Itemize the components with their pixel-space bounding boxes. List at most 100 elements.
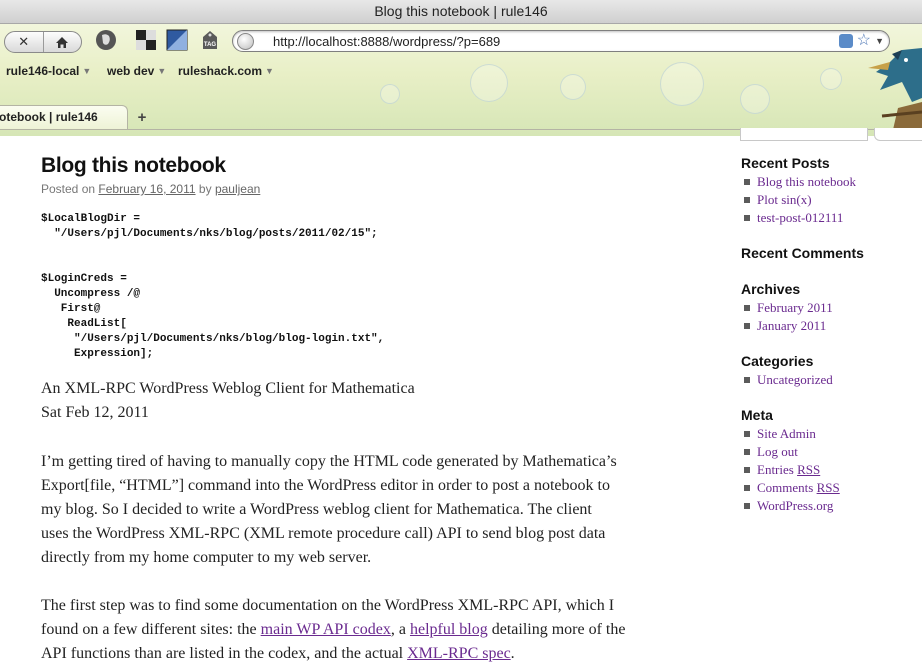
list-item[interactable]: Uncategorized xyxy=(744,371,833,389)
text-span: . xyxy=(510,645,515,662)
log-out-link[interactable]: Log out xyxy=(757,444,798,459)
post-title: Blog this notebook xyxy=(41,154,226,177)
close-icon: ✕ xyxy=(18,34,30,49)
post-subtitle: An XML-RPC WordPress Weblog Client for M… xyxy=(41,377,415,425)
recent-posts-list: Blog this notebook Plot sin(x) test-post… xyxy=(744,173,856,227)
posted-on-label: Posted on xyxy=(41,182,96,196)
list-item[interactable]: Blog this notebook xyxy=(744,173,856,191)
text-span: found on a few different sites: the xyxy=(41,621,261,638)
theme-bird-icon xyxy=(868,48,922,134)
text-span: API functions than are listed in the cod… xyxy=(41,645,408,662)
helpful-blog-link[interactable]: helpful blog xyxy=(410,621,488,638)
tag-icon: TAG xyxy=(203,31,217,49)
svg-text:TAG: TAG xyxy=(204,42,217,48)
stop-button[interactable]: ✕ xyxy=(5,32,43,52)
recent-post-link[interactable]: test-post-012111 xyxy=(757,210,843,225)
window-title-bar: Blog this notebook | rule146 xyxy=(0,0,922,24)
rss-abbr[interactable]: RSS xyxy=(817,480,840,495)
comments-rss-link[interactable]: Comments xyxy=(757,480,817,495)
bookmark-label: rule146-local xyxy=(6,64,80,78)
bookmarklet-button[interactable] xyxy=(135,29,157,51)
home-button[interactable] xyxy=(42,32,82,52)
screenshot-button[interactable] xyxy=(166,29,188,51)
decor-bubble xyxy=(560,74,586,100)
new-tab-button[interactable]: + xyxy=(128,108,156,128)
list-item[interactable]: Plot sin(x) xyxy=(744,191,856,209)
text-span: detailing more of the xyxy=(487,621,626,638)
page-content: Blog this notebook Posted on February 16… xyxy=(0,128,922,670)
entries-rss-link[interactable]: Entries xyxy=(757,462,797,477)
tab-label: otebook | rule146 xyxy=(0,110,98,124)
recent-post-link[interactable]: Blog this notebook xyxy=(757,174,856,189)
chevron-down-icon: ▼ xyxy=(157,66,167,76)
evernote-button[interactable] xyxy=(95,29,117,51)
subtitle-date: Sat Feb 12, 2011 xyxy=(41,404,149,421)
post-paragraph-1: I’m getting tired of having to manually … xyxy=(41,450,617,570)
bookmark-folder-ruleshack[interactable]: ruleshack.com ▼ xyxy=(178,64,274,78)
search-button[interactable] xyxy=(874,128,922,141)
decor-bubble xyxy=(660,62,704,106)
list-item[interactable]: February 2011 xyxy=(744,299,833,317)
url-text[interactable]: http://localhost:8888/wordpress/?p=689 xyxy=(273,34,500,49)
by-label: by xyxy=(198,182,212,196)
image-icon xyxy=(166,29,188,51)
archives-heading: Archives xyxy=(741,281,801,297)
post-meta: Posted on February 16, 2011 by pauljean xyxy=(41,182,260,196)
tab-active[interactable]: otebook | rule146 xyxy=(0,105,128,129)
bookmark-folder-web-dev[interactable]: web dev ▼ xyxy=(107,64,166,78)
list-item[interactable]: January 2011 xyxy=(744,317,833,335)
globe-icon xyxy=(237,33,254,50)
categories-heading: Categories xyxy=(741,353,814,369)
categories-list: Uncategorized xyxy=(744,371,833,389)
tag-button[interactable]: TAG xyxy=(199,29,221,51)
list-item[interactable]: Site Admin xyxy=(744,425,840,443)
archive-link[interactable]: February 2011 xyxy=(757,300,833,315)
subtitle-line: An XML-RPC WordPress Weblog Client for M… xyxy=(41,380,415,397)
decor-bubble xyxy=(380,84,400,104)
list-item[interactable]: WordPress.org xyxy=(744,497,840,515)
xml-rpc-spec-link[interactable]: XML-RPC spec xyxy=(407,645,511,662)
decor-bubble xyxy=(820,68,842,90)
meta-list: Site Admin Log out Entries RSS Comments … xyxy=(744,425,840,515)
paragraph-line: found on a few different sites: the main… xyxy=(41,618,625,642)
rss-icon[interactable] xyxy=(839,34,853,48)
category-link[interactable]: Uncategorized xyxy=(757,372,833,387)
rss-abbr[interactable]: RSS xyxy=(797,462,820,477)
meta-heading: Meta xyxy=(741,407,773,423)
bookmark-folder-rule146-local[interactable]: rule146-local ▼ xyxy=(6,64,91,78)
url-bar[interactable]: http://localhost:8888/wordpress/?p=689 ☆… xyxy=(232,30,890,52)
recent-post-link[interactable]: Plot sin(x) xyxy=(757,192,812,207)
post-date-link[interactable]: February 16, 2011 xyxy=(98,182,195,196)
paragraph-line: Export[file, “HTML”] command into the Wo… xyxy=(41,477,610,494)
list-item[interactable]: test-post-012111 xyxy=(744,209,856,227)
wordpress-org-link[interactable]: WordPress.org xyxy=(757,498,833,513)
search-input[interactable] xyxy=(740,128,868,141)
chevron-down-icon: ▼ xyxy=(265,66,274,76)
post-paragraph-2: The first step was to find some document… xyxy=(41,594,625,666)
archives-list: February 2011 January 2011 xyxy=(744,299,833,335)
site-admin-link[interactable]: Site Admin xyxy=(757,426,816,441)
paragraph-line: my blog. So I decided to write a WordPre… xyxy=(41,501,592,518)
bookmark-label: ruleshack.com xyxy=(178,64,263,78)
chevron-down-icon: ▼ xyxy=(82,66,92,76)
list-item[interactable]: Log out xyxy=(744,443,840,461)
bookmark-label: web dev xyxy=(107,64,155,78)
archive-link[interactable]: January 2011 xyxy=(757,318,826,333)
checker-icon xyxy=(136,30,156,50)
list-item[interactable]: Comments RSS xyxy=(744,479,840,497)
browser-chrome: ✕ TAG http://localhost:8888/wordpress/?p… xyxy=(0,24,922,136)
list-item[interactable]: Entries RSS xyxy=(744,461,840,479)
post-author-link[interactable]: pauljean xyxy=(215,182,260,196)
paragraph-line: directly from my home computer to my web… xyxy=(41,549,372,566)
paragraph-line: The first step was to find some document… xyxy=(41,597,615,614)
home-icon xyxy=(56,36,69,48)
recent-comments-heading: Recent Comments xyxy=(741,245,864,261)
recent-posts-heading: Recent Posts xyxy=(741,155,830,171)
text-span: , a xyxy=(390,621,410,638)
wp-api-codex-link[interactable]: main WP API codex xyxy=(261,621,391,638)
window-title: Blog this notebook | rule146 xyxy=(374,3,548,19)
paragraph-line: uses the WordPress XML-RPC (XML remote p… xyxy=(41,525,606,542)
evernote-icon xyxy=(96,30,116,50)
paragraph-line: API functions than are listed in the cod… xyxy=(41,642,625,666)
nav-button-group: ✕ xyxy=(4,31,82,53)
